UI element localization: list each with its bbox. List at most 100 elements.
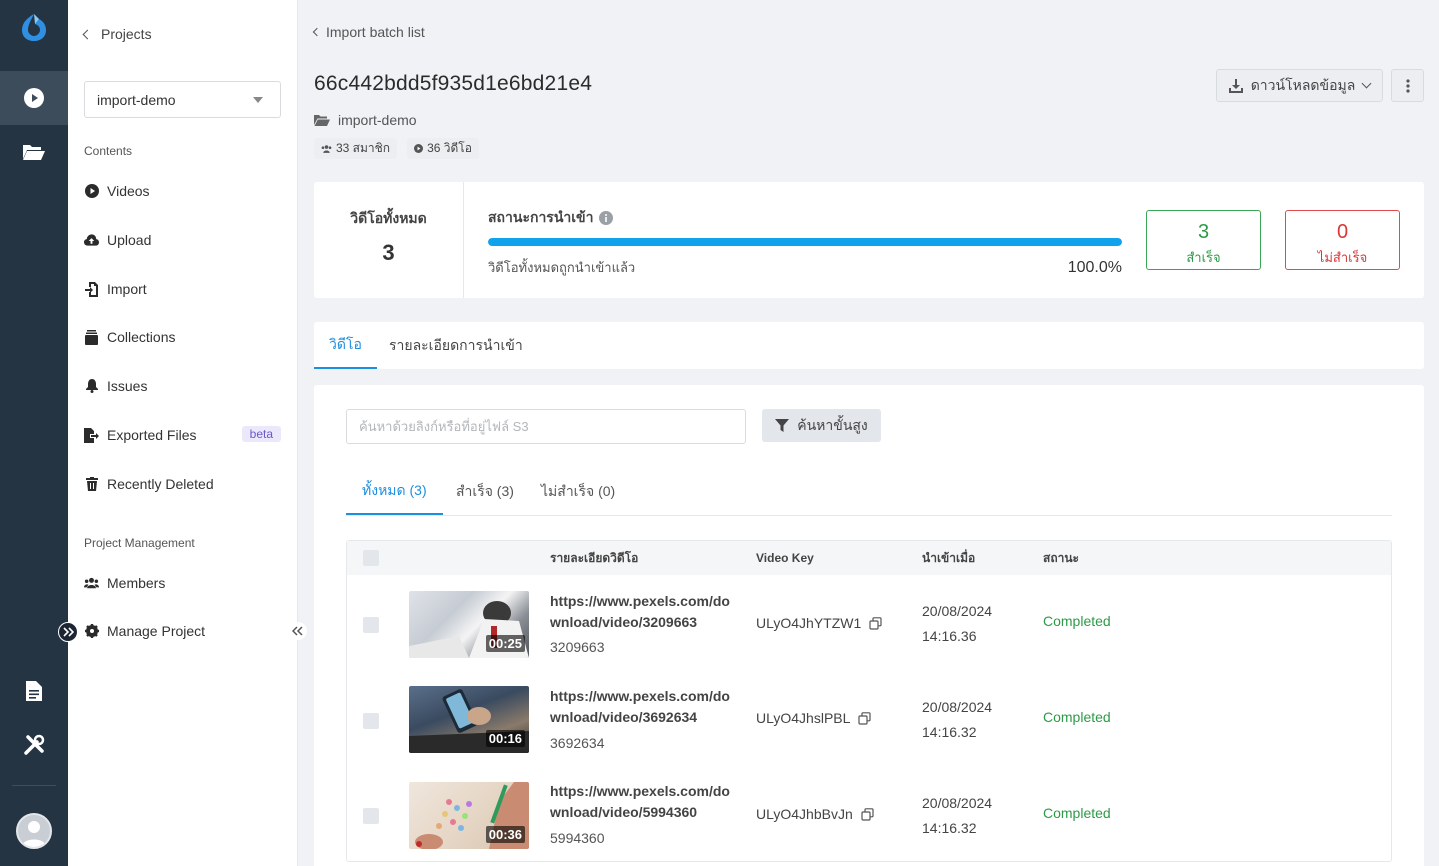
management-heading: Project Management [84,536,195,550]
video-url-link[interactable]: https://www.pexels.com/download/video/59… [550,781,730,823]
sidebar-item-issues[interactable]: Issues [84,374,281,398]
app-rail [0,0,68,866]
members-chip: 33 สมาชิก [314,138,398,159]
beta-badge: beta [241,426,281,442]
avatar[interactable] [16,813,52,849]
double-chevron-right-icon [63,627,74,637]
video-id: 5994360 [550,830,605,846]
expand-rail-button[interactable] [58,622,78,642]
detail-tabs: วิดีโอ รายละเอียดการนำเข้า [314,322,1424,369]
video-duration: 00:16 [485,730,525,747]
advanced-search-button[interactable]: ค้นหาขั้นสูง [762,409,881,442]
copy-icon[interactable] [858,711,872,725]
project-select-value: import-demo [97,91,176,108]
folder-open-icon [23,145,45,160]
video-key: ULyO4JhslPBL [756,710,872,726]
download-data-button[interactable]: ดาวน์โหลดข้อมูล [1216,69,1383,102]
rail-docs-button[interactable] [0,664,68,718]
success-count-box: 3 สำเร็จ [1146,210,1261,270]
import-date: 20/08/2024 [922,603,993,619]
import-datetime: 20/08/2024 14:16.32 [922,791,992,841]
video-thumbnail[interactable]: 00:16 [409,686,529,753]
sidebar-item-collections[interactable]: Collections [84,325,281,349]
breadcrumb-label: Import batch list [326,24,425,40]
more-options-button[interactable] [1391,69,1424,102]
info-icon[interactable] [599,211,614,225]
contents-heading: Contents [84,144,133,158]
column-header-video-key: Video Key [756,551,814,565]
app-logo-icon[interactable] [17,10,51,44]
sidebar-item-members[interactable]: Members [84,571,281,595]
column-header-details: รายละเอียดวิดีโอ [550,550,639,565]
fail-label: ไม่สำเร็จ [1317,250,1368,265]
video-thumbnail[interactable]: 00:36 [409,782,529,849]
sidebar-item-exported-files[interactable]: Exported Files beta [84,423,281,447]
select-all-checkbox[interactable] [363,550,379,566]
rail-videos-button[interactable] [0,71,68,125]
row-checkbox[interactable] [363,713,379,729]
sidebar-item-label: Upload [107,232,152,248]
collections-icon [84,329,99,345]
search-input[interactable] [346,409,746,444]
import-time: 14:16.32 [922,724,977,740]
trash-icon [84,477,99,492]
export-icon [84,427,99,443]
sidebar-item-upload[interactable]: Upload [84,228,281,252]
status-badge: Completed [1043,709,1111,725]
project-select[interactable]: import-demo [84,81,281,118]
document-icon [26,681,42,701]
column-header-imported-at: นำเข้าเมื่อ [922,550,976,565]
videos-chip-label: 36 วิดีโอ [427,141,472,155]
copy-icon[interactable] [869,616,882,630]
sidebar-item-videos[interactable]: Videos [84,179,281,203]
import-icon [84,281,99,297]
sidebar-item-label: Exported Files [107,427,197,443]
import-datetime: 20/08/2024 14:16.32 [922,695,992,745]
video-key-value: ULyO4JhbBvJn [756,806,853,822]
video-id: 3692634 [550,735,605,751]
sidebar-item-label: Members [107,575,166,591]
video-key: ULyO4JhYTZW1 [756,615,882,631]
import-status-text: สถานะการนำเข้า [488,209,594,225]
sidebar-item-label: Recently Deleted [107,476,214,492]
video-url-link[interactable]: https://www.pexels.com/download/video/36… [550,686,730,728]
row-checkbox[interactable] [363,617,379,633]
table-row[interactable]: 00:25 https://www.pexels.com/download/vi… [347,575,1391,670]
video-url-link[interactable]: https://www.pexels.com/download/video/32… [550,591,730,633]
rail-tools-button[interactable] [0,718,68,772]
tab-import-details[interactable]: รายละเอียดการนำเข้า [374,322,538,369]
sidebar-item-manage-project[interactable]: Manage Project [84,619,281,643]
videos-panel: ค้นหาขั้นสูง ทั้งหมด (3) สำเร็จ (3) ไม่ส… [314,385,1424,866]
subtab-success[interactable]: สำเร็จ (3) [440,469,530,515]
video-id: 3209663 [550,639,605,655]
table-row[interactable]: 00:36 https://www.pexels.com/download/vi… [347,766,1391,861]
play-circle-icon [84,184,99,199]
rail-folder-button[interactable] [0,125,68,179]
import-date: 20/08/2024 [922,795,993,811]
fail-count: 0 [1336,221,1349,243]
video-thumbnail[interactable]: 00:25 [409,591,529,658]
folder-open-icon [314,114,330,126]
subtab-all[interactable]: ทั้งหมด (3) [346,469,443,515]
tab-videos[interactable]: วิดีโอ [314,322,377,369]
project-sidebar: Projects import-demo Contents Videos Upl… [68,0,307,866]
page-title: 66c442bdd5f935d1e6bd21e4 [314,72,593,95]
sidebar-item-import[interactable]: Import [84,277,281,301]
success-label: สำเร็จ [1186,250,1221,265]
breadcrumb[interactable]: Import batch list [312,24,425,40]
video-duration: 00:36 [485,826,525,843]
fail-count-box: 0 ไม่สำเร็จ [1285,210,1400,270]
users-icon [84,576,99,591]
back-to-projects-link[interactable]: Projects [82,24,152,44]
import-date: 20/08/2024 [922,699,993,715]
members-chip-label: 33 สมาชิก [336,141,391,155]
import-status-label: สถานะการนำเข้า [488,207,614,229]
row-checkbox[interactable] [363,808,379,824]
copy-icon[interactable] [861,807,874,821]
success-count: 3 [1197,221,1210,243]
subtab-failed[interactable]: ไม่สำเร็จ (0) [525,469,631,515]
table-row[interactable]: 00:16 https://www.pexels.com/download/vi… [347,670,1391,765]
chevron-left-icon [312,27,322,37]
filter-icon [775,418,790,432]
sidebar-item-recently-deleted[interactable]: Recently Deleted [84,472,281,496]
